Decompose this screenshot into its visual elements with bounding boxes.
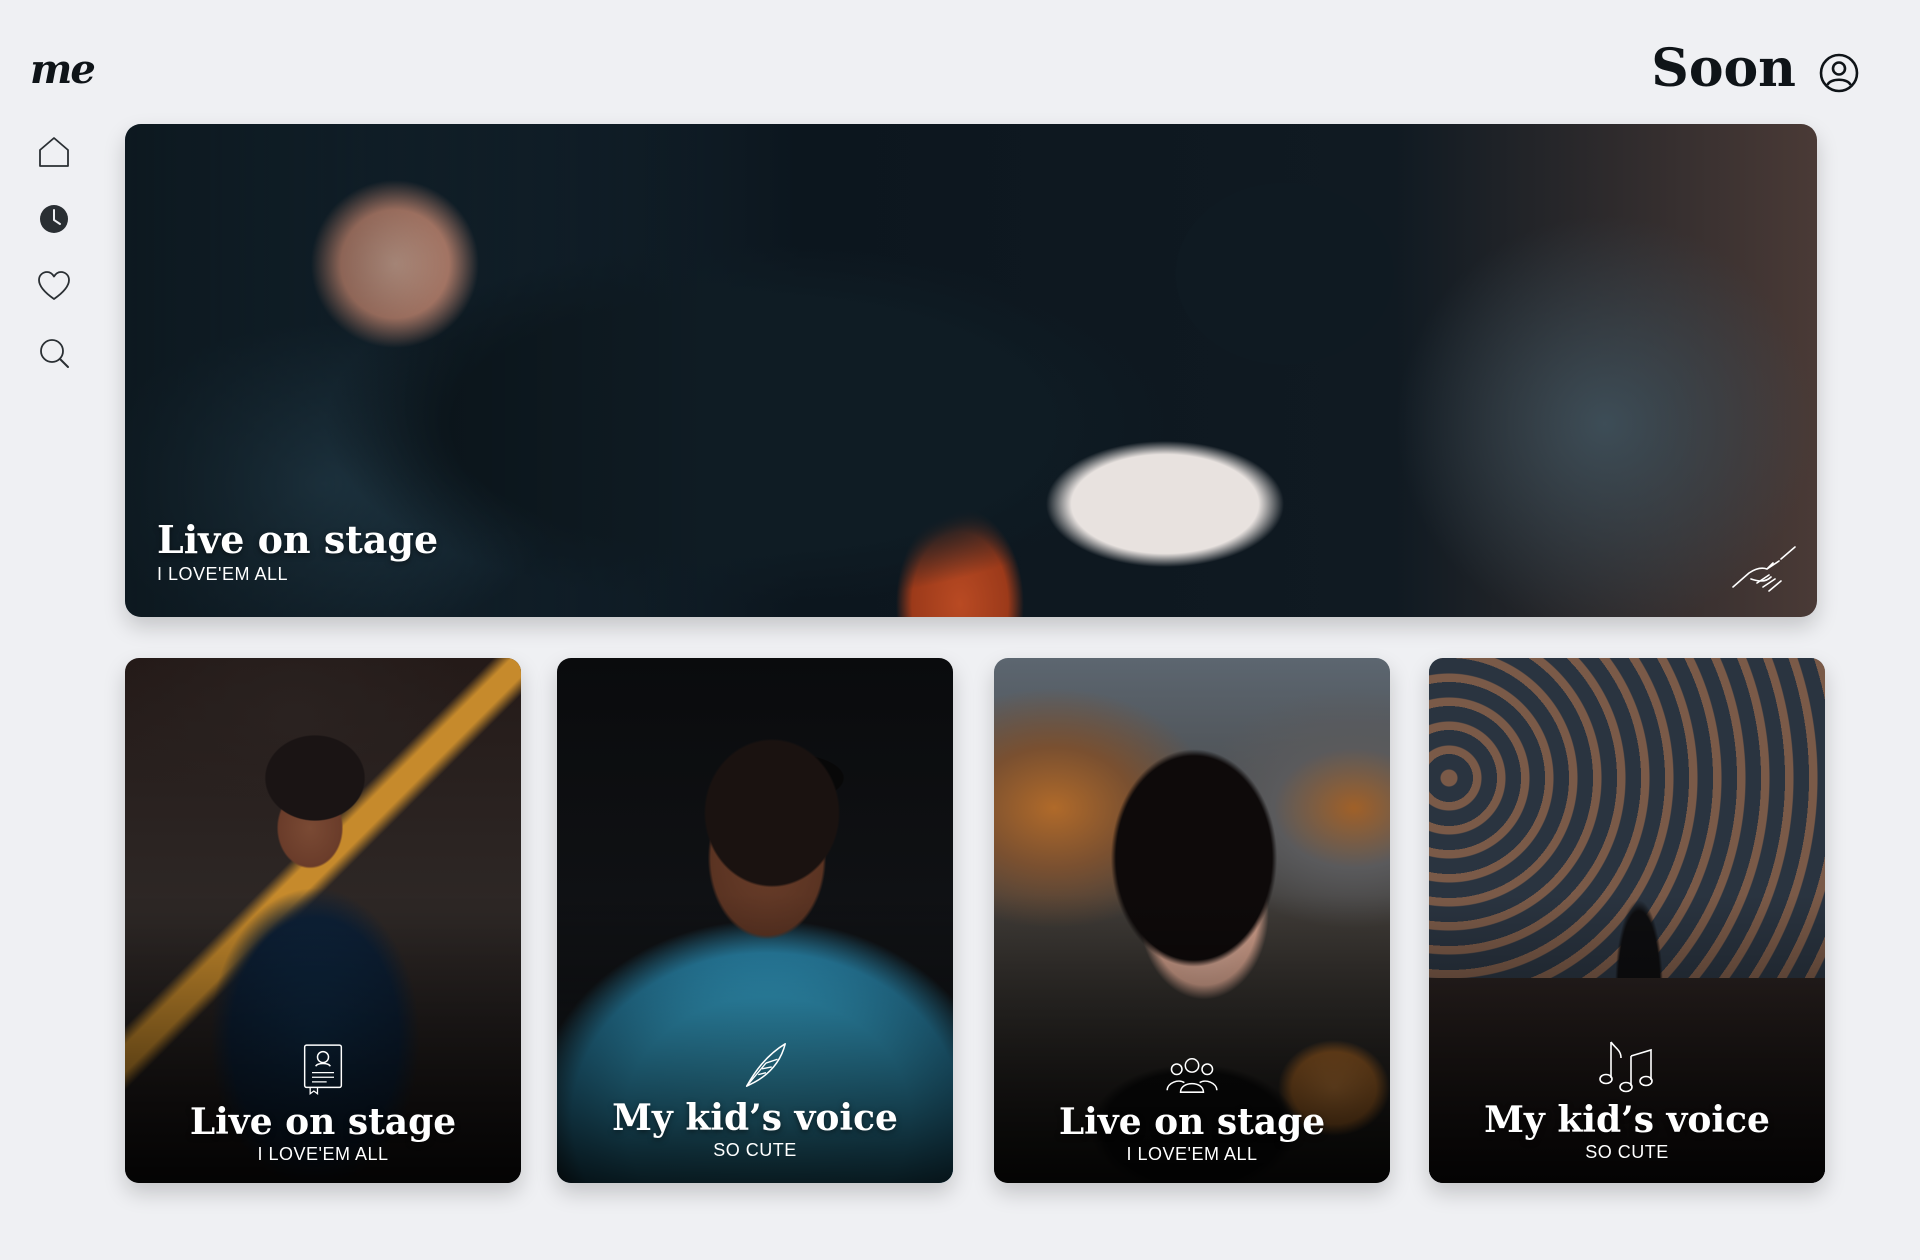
card-caption: Live on stage I LOVE'EM ALL [125, 1042, 521, 1165]
content-card[interactable]: Live on stage I LOVE'EM ALL [994, 658, 1390, 1183]
sidebar-item-home[interactable] [36, 134, 72, 170]
page-title: Soon [1651, 38, 1796, 99]
card-subtitle: I LOVE'EM ALL [257, 1144, 389, 1164]
home-icon [39, 137, 69, 167]
card-title: My kid’s voice [612, 1097, 898, 1139]
handshake-icon [1732, 546, 1796, 592]
content-card[interactable]: My kid’s voice SO CUTE [1429, 658, 1825, 1183]
hero-title: Live on stage [157, 517, 439, 562]
sidebar-item-favorites[interactable] [36, 268, 72, 304]
quill-icon [745, 1043, 786, 1087]
heart-icon [38, 271, 70, 300]
certificate-icon [303, 1044, 343, 1096]
profile-button[interactable] [1818, 52, 1860, 94]
music-notes-icon [1599, 1041, 1653, 1093]
card-title: Live on stage [1058, 1101, 1326, 1143]
search-icon [40, 339, 69, 368]
user-circle-icon [1819, 53, 1859, 93]
card-subtitle: SO CUTE [1585, 1142, 1669, 1162]
card-subtitle: SO CUTE [713, 1140, 797, 1160]
card-caption: My kid’s voice SO CUTE [1429, 1038, 1825, 1163]
card-caption: Live on stage I LOVE'EM ALL [994, 1054, 1390, 1165]
card-caption: My kid’s voice SO CUTE [557, 1038, 953, 1161]
sidebar-item-search[interactable] [36, 335, 72, 371]
hero-card[interactable]: Live on stage I LOVE'EM ALL [125, 124, 1817, 617]
app-logo[interactable]: me [30, 46, 96, 93]
content-card[interactable]: My kid’s voice SO CUTE [557, 658, 953, 1183]
content-card[interactable]: Live on stage I LOVE'EM ALL [125, 658, 521, 1183]
group-icon [1166, 1058, 1218, 1093]
page: me Soon Live on stage I LOVE'EM ALL Live… [0, 0, 1920, 1260]
sidebar-nav [36, 134, 76, 402]
hero-text: Live on stage I LOVE'EM ALL [157, 518, 438, 585]
card-subtitle: I LOVE'EM ALL [1126, 1144, 1258, 1164]
sidebar-item-recent[interactable] [36, 201, 72, 237]
card-title: My kid’s voice [1484, 1099, 1770, 1141]
hero-subtitle: I LOVE'EM ALL [157, 564, 288, 584]
card-title: Live on stage [189, 1101, 457, 1143]
clock-icon [40, 205, 68, 233]
